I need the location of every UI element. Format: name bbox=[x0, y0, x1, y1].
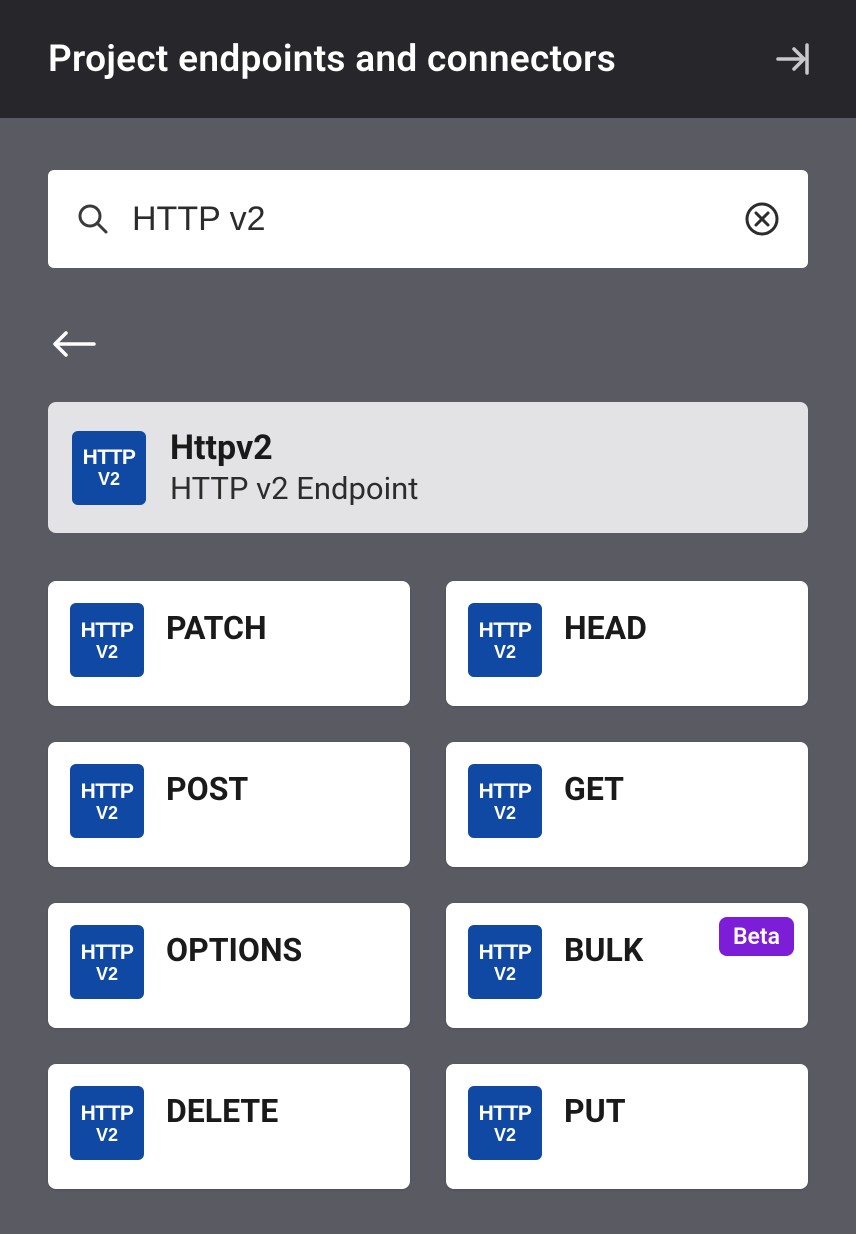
method-card-patch[interactable]: HTTP V2 PATCH bbox=[48, 581, 410, 706]
http-v2-icon: HTTP V2 bbox=[70, 764, 144, 838]
method-label: GET bbox=[564, 764, 624, 808]
method-card-post[interactable]: HTTP V2 POST bbox=[48, 742, 410, 867]
http-v2-icon: HTTP V2 bbox=[468, 1086, 542, 1160]
http-v2-icon: HTTP V2 bbox=[70, 925, 144, 999]
http-v2-icon: HTTP V2 bbox=[468, 603, 542, 677]
method-card-get[interactable]: HTTP V2 GET bbox=[446, 742, 808, 867]
arrow-left-icon bbox=[52, 330, 96, 358]
collapse-panel-button[interactable] bbox=[768, 35, 816, 83]
method-card-put[interactable]: HTTP V2 PUT bbox=[446, 1064, 808, 1189]
search-bar bbox=[48, 170, 808, 268]
methods-grid: HTTP V2 PATCH HTTP V2 HEAD HTTP V2 POST … bbox=[48, 581, 808, 1189]
http-v2-icon: HTTP V2 bbox=[468, 764, 542, 838]
panel-content: HTTP V2 Httpv2 HTTP v2 Endpoint HTTP V2 … bbox=[0, 118, 856, 1189]
endpoint-subtitle: HTTP v2 Endpoint bbox=[170, 470, 418, 507]
method-label: PUT bbox=[564, 1086, 626, 1130]
method-label: BULK bbox=[564, 925, 643, 969]
method-label: OPTIONS bbox=[166, 925, 302, 969]
method-label: POST bbox=[166, 764, 248, 808]
method-label: DELETE bbox=[166, 1086, 278, 1130]
method-label: PATCH bbox=[166, 603, 267, 647]
panel-title: Project endpoints and connectors bbox=[48, 38, 616, 81]
http-v2-icon: HTTP V2 bbox=[72, 431, 146, 505]
method-label: HEAD bbox=[564, 603, 647, 647]
clear-search-button[interactable] bbox=[744, 201, 780, 237]
method-card-bulk[interactable]: HTTP V2 BULK Beta bbox=[446, 903, 808, 1028]
http-v2-icon: HTTP V2 bbox=[468, 925, 542, 999]
method-card-delete[interactable]: HTTP V2 DELETE bbox=[48, 1064, 410, 1189]
panel-header: Project endpoints and connectors bbox=[0, 0, 856, 118]
search-input[interactable] bbox=[132, 200, 722, 239]
http-v2-icon: HTTP V2 bbox=[70, 603, 144, 677]
method-card-options[interactable]: HTTP V2 OPTIONS bbox=[48, 903, 410, 1028]
search-icon bbox=[76, 202, 110, 236]
beta-badge: Beta bbox=[719, 917, 794, 956]
endpoint-title: Httpv2 bbox=[170, 428, 418, 468]
method-card-head[interactable]: HTTP V2 HEAD bbox=[446, 581, 808, 706]
back-button[interactable] bbox=[48, 330, 96, 358]
endpoint-card-httpv2[interactable]: HTTP V2 Httpv2 HTTP v2 Endpoint bbox=[48, 402, 808, 533]
clear-icon bbox=[744, 201, 780, 237]
http-v2-icon: HTTP V2 bbox=[70, 1086, 144, 1160]
collapse-right-icon bbox=[772, 39, 812, 79]
